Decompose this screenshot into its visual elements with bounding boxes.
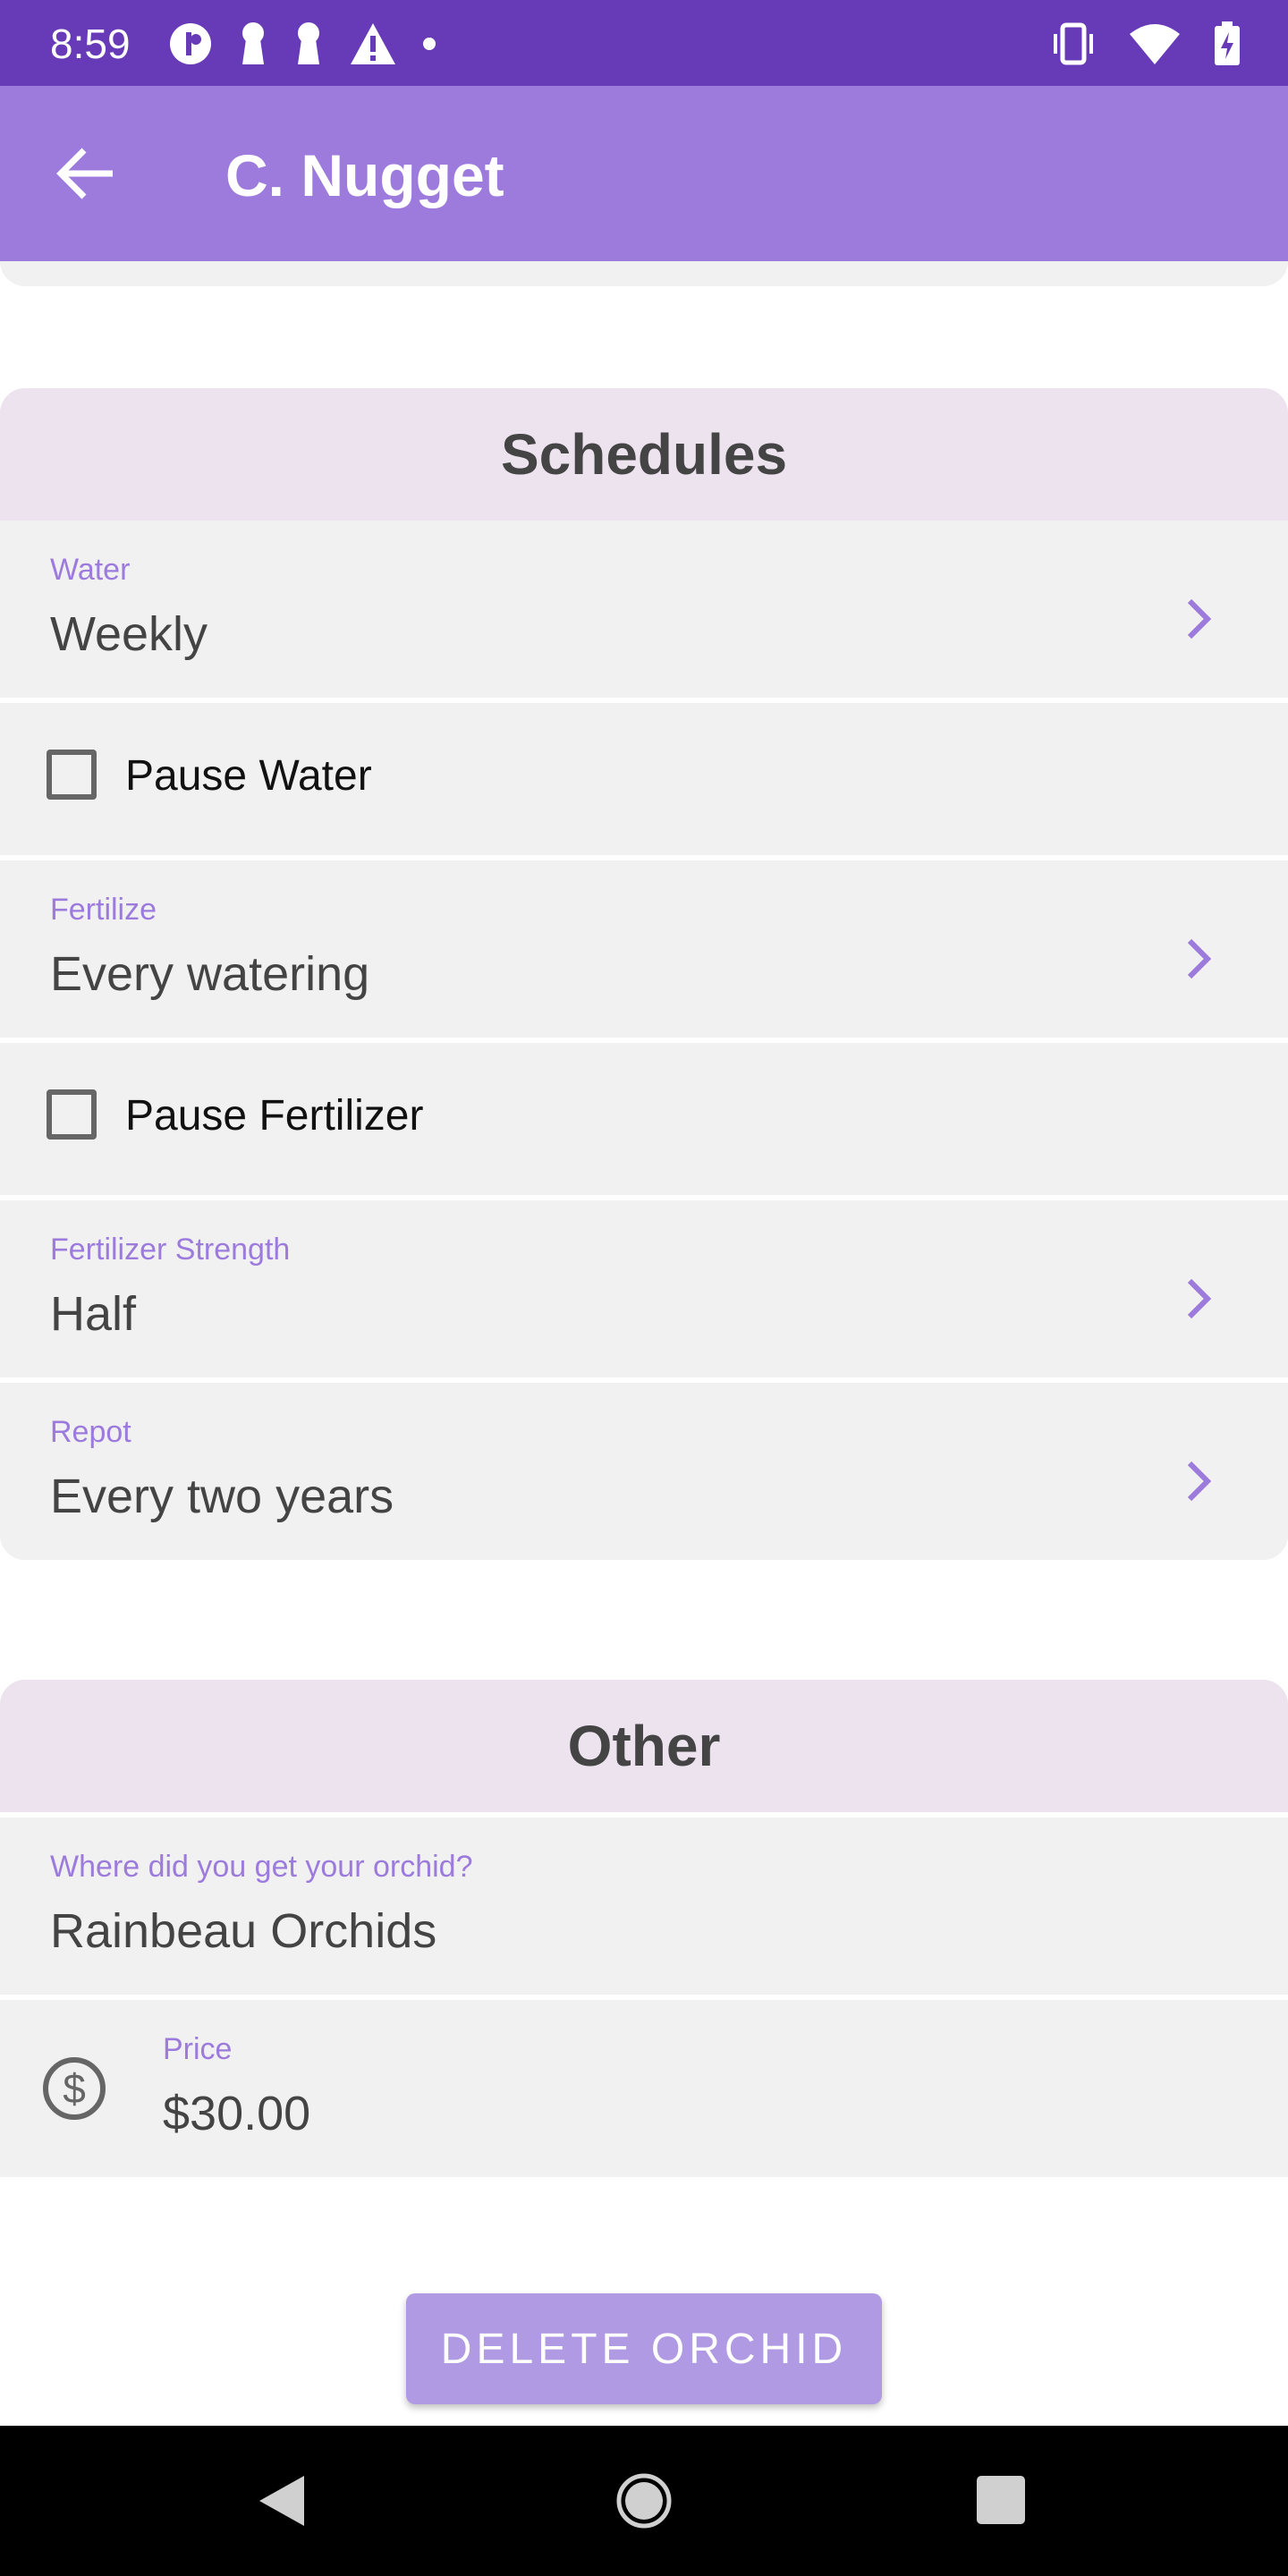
water-schedule-row[interactable]: Water Weekly (0, 521, 1288, 698)
orchid-source-label: Where did you get your orchid? (50, 1850, 473, 1884)
fertilizer-strength-row[interactable]: Fertilizer Strength Half (0, 1195, 1288, 1377)
status-time: 8:59 (50, 21, 131, 67)
orchid-source-value: Rainbeau Orchids (50, 1904, 437, 1958)
fertilizer-strength-label: Fertilizer Strength (50, 1233, 291, 1267)
more-dot-icon (423, 38, 436, 50)
system-nav-bar (0, 2426, 1288, 2576)
chevron-right-icon (1187, 938, 1212, 979)
system-icons (1050, 21, 1241, 66)
keyhole-icon (242, 22, 264, 64)
other-heading: Other (0, 1680, 1288, 1812)
fertilizer-strength-value: Half (50, 1287, 137, 1341)
orchid-source-row[interactable]: Where did you get your orchid? Rainbeau … (0, 1812, 1288, 1995)
previous-card-bottom (0, 261, 1288, 286)
repot-label: Repot (50, 1415, 131, 1449)
warning-icon (351, 23, 395, 64)
other-card: Other Where did you get your orchid? Rai… (0, 1680, 1288, 2177)
nav-recents-icon[interactable] (977, 2476, 1025, 2524)
vibrate-icon (1054, 22, 1093, 65)
price-value: $30.00 (163, 2087, 311, 2140)
page-title: C. Nugget (225, 142, 504, 208)
notification-icons (168, 21, 436, 66)
pause-fertilizer-row[interactable]: Pause Fertilizer (0, 1038, 1288, 1195)
repot-schedule-row[interactable]: Repot Every two years (0, 1377, 1288, 1560)
back-arrow-icon[interactable] (50, 138, 122, 209)
dollar-circle-icon: $ (43, 2057, 106, 2120)
fertilize-schedule-row[interactable]: Fertilize Every watering (0, 855, 1288, 1038)
chevron-right-icon (1187, 1461, 1212, 1502)
nav-home-icon[interactable] (615, 2472, 673, 2529)
pause-fertilizer-label: Pause Fertilizer (125, 1092, 424, 1140)
nav-back-icon[interactable] (258, 2474, 306, 2528)
pause-fertilizer-checkbox[interactable] (47, 1089, 97, 1140)
chevron-right-icon (1187, 598, 1212, 640)
chevron-right-icon (1187, 1278, 1212, 1319)
pause-water-checkbox[interactable] (47, 750, 97, 800)
svg-text:$: $ (63, 2065, 86, 2112)
price-row[interactable]: $ Price $30.00 (0, 1995, 1288, 2177)
app-notification-icon (170, 23, 211, 64)
delete-orchid-button[interactable]: DELETE ORCHID (406, 2293, 882, 2404)
water-label: Water (50, 553, 131, 587)
price-label: Price (163, 2032, 233, 2066)
water-value: Weekly (50, 607, 208, 661)
battery-charging-icon (1215, 21, 1240, 65)
status-bar: 8:59 (0, 0, 1288, 86)
wifi-icon (1130, 24, 1180, 64)
repot-value: Every two years (50, 1470, 394, 1523)
pause-water-label: Pause Water (125, 752, 372, 800)
keyhole-icon (298, 22, 319, 64)
schedules-card: Schedules Water Weekly Pause Water Ferti… (0, 388, 1288, 1560)
fertilize-value: Every watering (50, 947, 370, 1001)
app-bar: C. Nugget (0, 86, 1288, 261)
fertilize-label: Fertilize (50, 893, 157, 927)
schedules-heading: Schedules (0, 388, 1288, 521)
pause-water-row[interactable]: Pause Water (0, 698, 1288, 855)
